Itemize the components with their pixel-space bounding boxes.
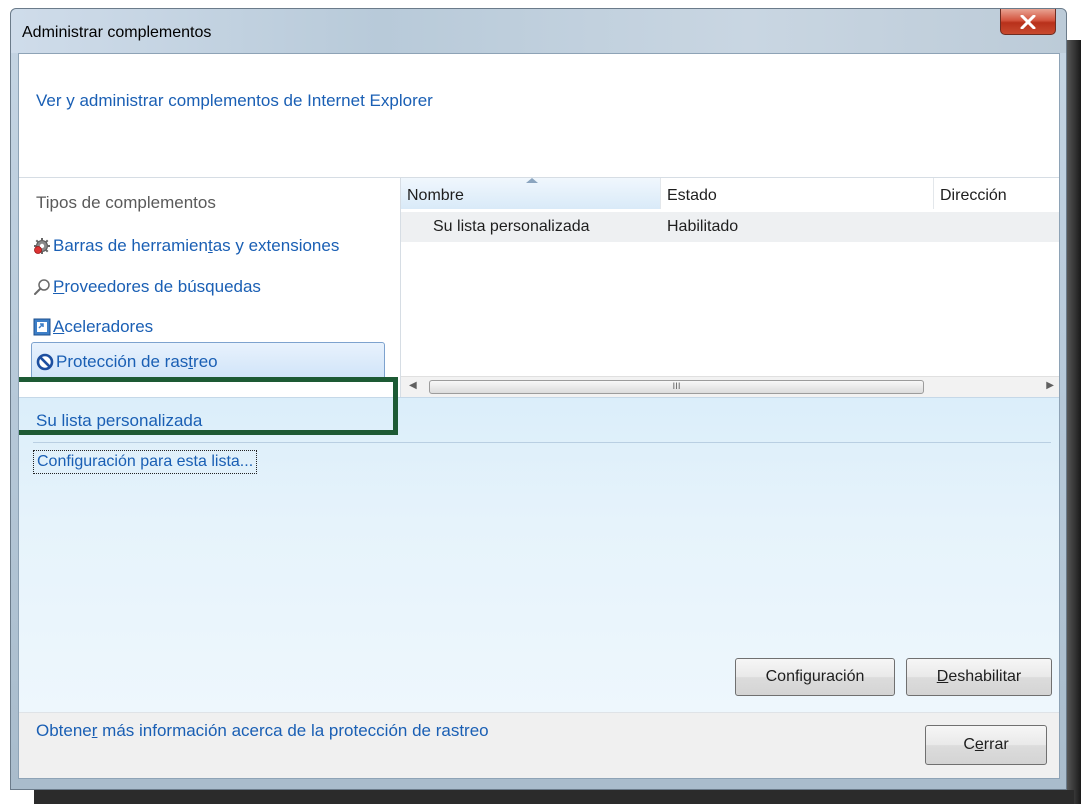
scrollbar-thumb[interactable]: III <box>429 380 924 394</box>
scroll-left-icon[interactable]: ◀ <box>409 380 417 391</box>
window-shadow-right <box>1066 40 1081 804</box>
sidebar-item-toolbars-extensions[interactable]: Barras de herramientas y extensiones <box>33 230 339 262</box>
manage-addons-dialog: Administrar complementos Ver y administr… <box>10 8 1067 790</box>
dialog-content: Ver y administrar complementos de Intern… <box>18 53 1060 779</box>
sidebar-item-label: Aceleradores <box>53 317 154 336</box>
window-shadow-bottom <box>34 790 1074 804</box>
gear-icon <box>33 237 51 255</box>
column-header-status[interactable]: Estado <box>661 178 934 209</box>
configure-button[interactable]: Configuración <box>735 658 895 696</box>
close-button-label: Cerrar <box>963 736 1009 753</box>
close-button[interactable]: Cerrar <box>925 725 1047 765</box>
addons-list: Nombre Estado Dirección Su lista persona… <box>400 178 1059 397</box>
horizontal-scrollbar[interactable]: ◀ III ▶ <box>401 376 1059 397</box>
no-entry-icon <box>36 353 54 371</box>
list-settings-link[interactable]: Configuración para esta lista... <box>33 450 258 474</box>
disable-button-label: Deshabilitar <box>936 668 1022 685</box>
close-x-icon <box>1020 14 1036 29</box>
table-row[interactable]: Su lista personalizada Habilitado <box>401 212 1059 242</box>
accelerator-icon <box>33 318 51 336</box>
disable-button[interactable]: Deshabilitar <box>906 658 1052 696</box>
addon-types-title: Tipos de complementos <box>36 193 216 212</box>
sidebar-item-label: Protección de rastreo <box>56 352 218 371</box>
details-panel: Su lista personalizada Configuración par… <box>19 397 1059 713</box>
addon-types-panel: Tipos de complementos Barras de herramie… <box>19 178 395 397</box>
sidebar-item-accelerators[interactable]: Aceleradores <box>33 311 153 343</box>
column-header-name[interactable]: Nombre <box>401 178 661 209</box>
title-bar[interactable]: Administrar complementos <box>11 9 1066 53</box>
configure-button-label: Configuración <box>765 668 865 685</box>
learn-more-link[interactable]: Obtener más información acerca de la pro… <box>36 721 489 741</box>
sort-ascending-icon <box>526 178 538 183</box>
sidebar-item-label: Barras de herramientas y extensiones <box>53 236 340 255</box>
window-title: Administrar complementos <box>22 24 212 41</box>
sidebar-item-tracking-protection[interactable]: Protección de rastreo <box>31 342 385 382</box>
sidebar-item-label: Proveedores de búsquedas <box>53 277 261 296</box>
list-column-headers: Nombre Estado Dirección <box>401 178 1059 209</box>
scroll-right-icon[interactable]: ▶ <box>1046 380 1054 391</box>
row-name-cell: Su lista personalizada <box>433 218 590 235</box>
highlight-annotation-frame <box>19 377 398 435</box>
details-divider <box>33 442 1051 443</box>
sidebar-item-search-providers[interactable]: Proveedores de búsquedas <box>33 271 261 303</box>
search-icon <box>33 278 51 296</box>
column-header-address[interactable]: Dirección <box>934 178 1059 209</box>
row-status-cell: Habilitado <box>667 218 739 235</box>
dialog-footer: Obtener más información acerca de la pro… <box>19 712 1059 778</box>
close-window-button[interactable] <box>1000 9 1056 35</box>
header-description: Ver y administrar complementos de Intern… <box>36 91 433 110</box>
